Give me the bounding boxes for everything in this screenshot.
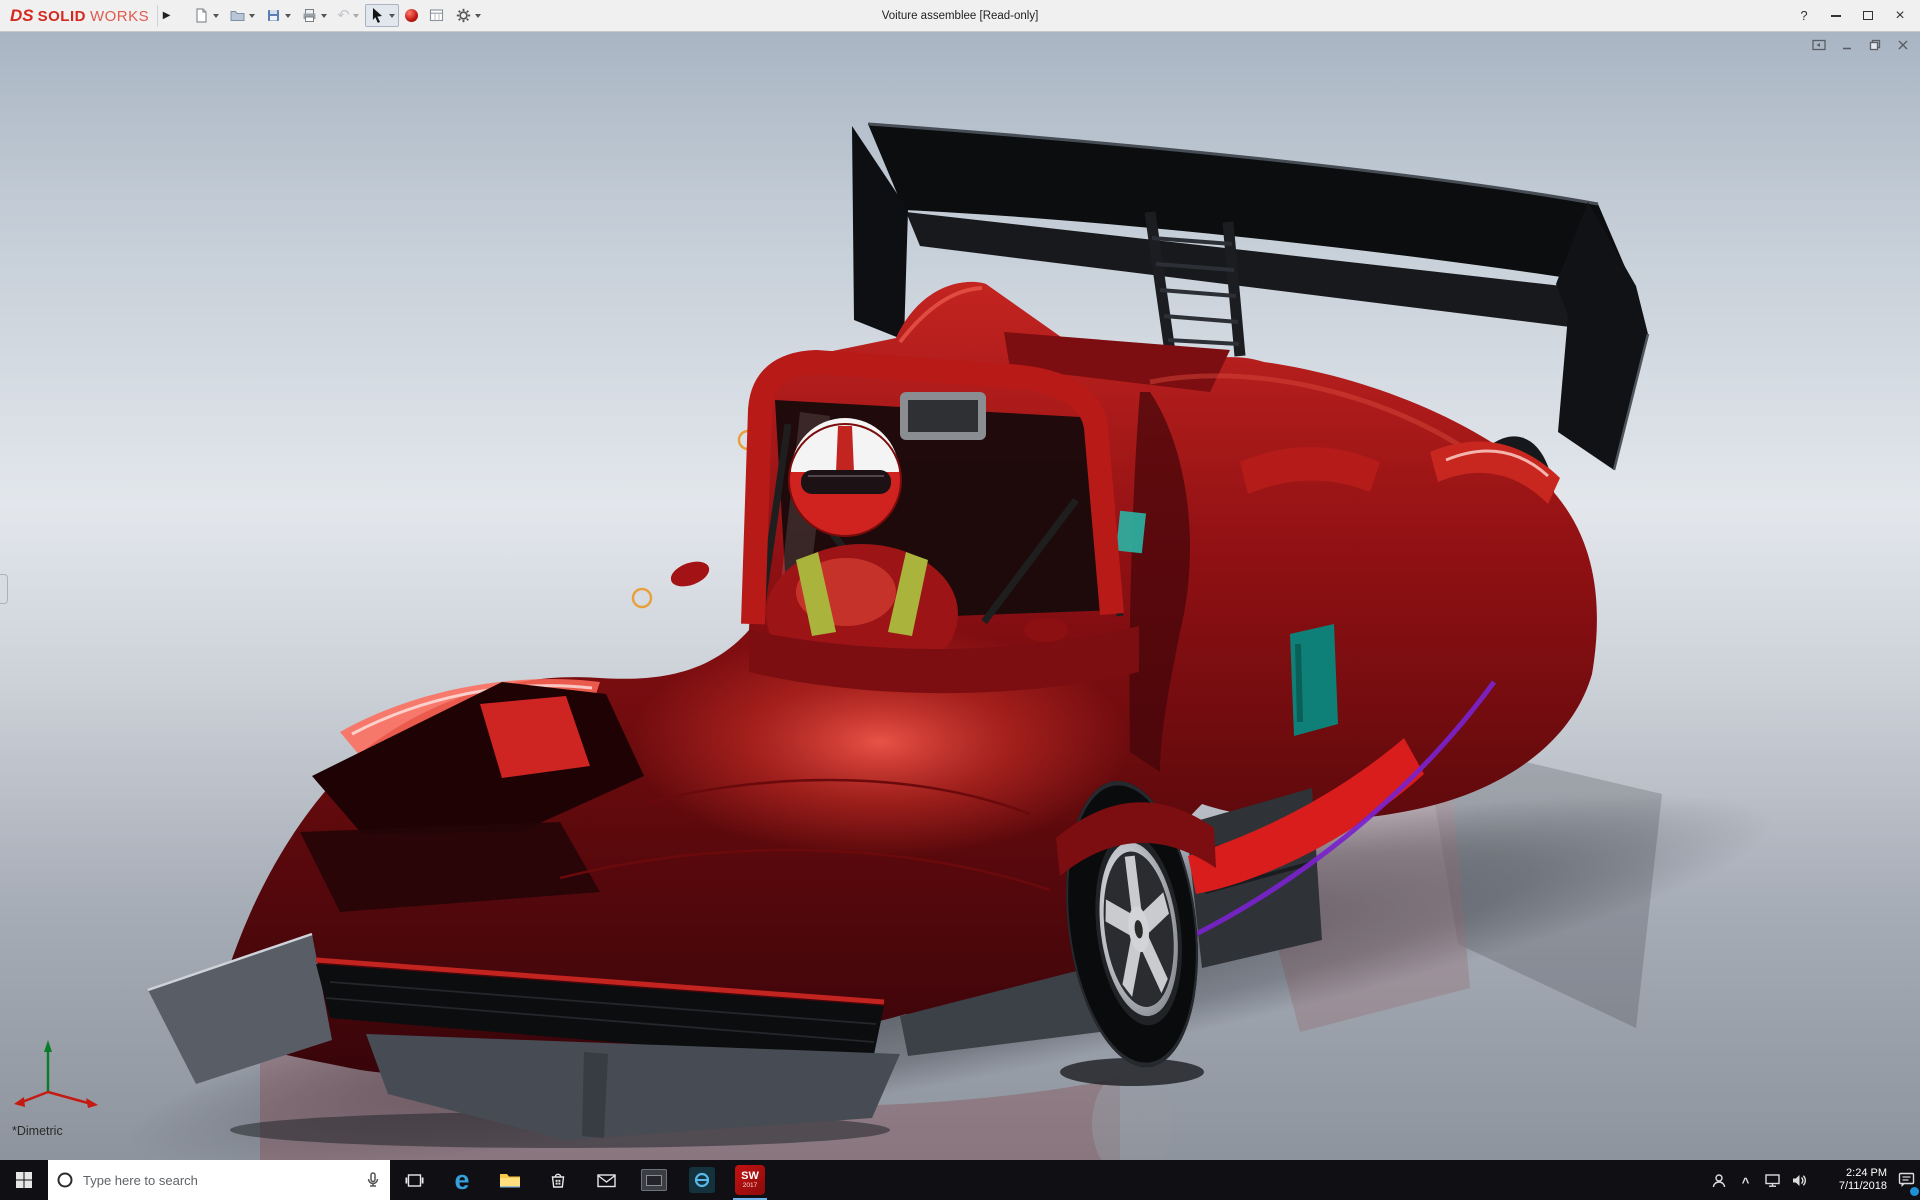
solidworks-app-icon: SW 2017: [735, 1165, 765, 1195]
dropdown-caret-icon[interactable]: [285, 14, 291, 18]
doc-close-button[interactable]: [1895, 38, 1910, 51]
gear-icon: [455, 7, 472, 24]
maximize-button[interactable]: [1854, 4, 1882, 28]
select-tool-button[interactable]: [365, 4, 399, 27]
view-orientation-label: *Dimetric: [12, 1124, 63, 1138]
window-controls: ? ×: [1790, 4, 1914, 28]
clock-date: 7/11/2018: [1839, 1180, 1887, 1193]
brand-works-text: WORKS: [90, 8, 149, 25]
minimize-icon: [1831, 15, 1841, 17]
windows-logo-icon: [15, 1171, 33, 1189]
clock-time: 2:24 PM: [1846, 1167, 1887, 1180]
people-button[interactable]: [1705, 1160, 1732, 1200]
driver-helmet: [789, 418, 901, 536]
doc-minimize-button[interactable]: [1839, 38, 1854, 51]
tow-ring-detail: [633, 589, 651, 607]
app-blue-button[interactable]: [678, 1160, 726, 1200]
undo-button[interactable]: ↶: [333, 5, 363, 26]
action-center-button[interactable]: [1893, 1160, 1920, 1200]
volume-button[interactable]: [1786, 1160, 1813, 1200]
orientation-triad: [8, 1030, 108, 1114]
main-toolbar: ↶: [189, 4, 485, 27]
undo-icon: ↶: [337, 8, 350, 23]
network-icon: [1764, 1172, 1781, 1188]
appearance-sphere-icon: [405, 9, 418, 22]
dropdown-caret-icon[interactable]: [213, 14, 219, 18]
close-button[interactable]: ×: [1886, 4, 1914, 28]
dropdown-caret-icon[interactable]: [249, 14, 255, 18]
search-input[interactable]: [81, 1172, 357, 1189]
chevron-up-icon: ^: [1742, 1175, 1750, 1190]
sheet-icon: [428, 7, 445, 24]
new-document-icon: [193, 7, 210, 24]
minimize-icon: [1841, 39, 1853, 51]
side-mirror: [1024, 618, 1068, 642]
side-mirror: [667, 557, 712, 591]
notification-badge: [1910, 1187, 1919, 1196]
start-button[interactable]: [0, 1160, 48, 1200]
toolbar-expand-button[interactable]: ▶: [157, 5, 175, 27]
hidden-icons-button[interactable]: ^: [1732, 1160, 1759, 1200]
system-tray: ^ 2:24 PM 7/11/2018: [1705, 1160, 1920, 1200]
options-button[interactable]: [451, 4, 485, 27]
store-bag-icon: [548, 1170, 568, 1190]
app-window-icon: [641, 1169, 667, 1191]
people-icon: [1710, 1172, 1728, 1189]
restore-icon: [1869, 39, 1881, 51]
cortana-icon: [56, 1171, 74, 1189]
open-button[interactable]: [225, 4, 259, 27]
dropdown-caret-icon[interactable]: [321, 14, 327, 18]
select-cursor-icon: [369, 7, 386, 24]
microphone-icon[interactable]: [364, 1171, 382, 1189]
file-explorer-button[interactable]: [486, 1160, 534, 1200]
dropdown-caret-icon[interactable]: [389, 14, 395, 18]
app-titlebar: DS SOLIDWORKS ▶: [0, 0, 1920, 32]
taskbar-clock[interactable]: 2:24 PM 7/11/2018: [1813, 1160, 1893, 1200]
document-window-controls: [1811, 38, 1910, 51]
graphics-viewport[interactable]: *Dimetric: [0, 32, 1920, 1160]
print-button[interactable]: [297, 4, 331, 27]
close-icon: [1897, 39, 1909, 51]
store-button[interactable]: [534, 1160, 582, 1200]
windows-taskbar: e: [0, 1160, 1920, 1200]
model-3d-view[interactable]: [0, 32, 1920, 1160]
appearance-button[interactable]: [401, 6, 422, 25]
app-blue-icon: [689, 1167, 715, 1193]
cockpit-teal-detail: [1116, 511, 1146, 553]
file-explorer-icon: [498, 1170, 522, 1190]
print-icon: [301, 7, 318, 24]
task-view-button[interactable]: [390, 1160, 438, 1200]
mail-icon: [596, 1172, 617, 1189]
edge-button[interactable]: e: [438, 1160, 486, 1200]
drawing-sheet-button[interactable]: [424, 4, 449, 27]
dropdown-caret-icon[interactable]: [353, 14, 359, 18]
maximize-icon: [1863, 11, 1873, 20]
mirror-pod: [900, 392, 986, 440]
open-folder-icon: [229, 7, 246, 24]
network-button[interactable]: [1759, 1160, 1786, 1200]
solidworks-app-button[interactable]: SW 2017: [726, 1160, 774, 1200]
mail-button[interactable]: [582, 1160, 630, 1200]
save-button[interactable]: [261, 4, 295, 27]
minimize-button[interactable]: [1822, 4, 1850, 28]
new-document-button[interactable]: [189, 4, 223, 27]
app-window-button[interactable]: [630, 1160, 678, 1200]
edge-icon: e: [454, 1167, 469, 1194]
doc-dock-button[interactable]: [1811, 38, 1826, 51]
dock-left-icon: [1812, 39, 1826, 51]
document-title: Voiture assemblee [Read-only]: [882, 10, 1039, 22]
task-view-icon: [405, 1173, 424, 1188]
ds-logo-icon: DS: [10, 6, 34, 26]
doc-restore-button[interactable]: [1867, 38, 1882, 51]
brand-solid-text: SOLID: [38, 8, 86, 25]
help-button[interactable]: ?: [1790, 4, 1818, 28]
taskbar-search[interactable]: [48, 1160, 390, 1200]
speaker-icon: [1791, 1172, 1808, 1189]
dropdown-caret-icon[interactable]: [475, 14, 481, 18]
save-floppy-icon: [265, 7, 282, 24]
solidworks-logo: DS SOLIDWORKS: [6, 6, 157, 26]
